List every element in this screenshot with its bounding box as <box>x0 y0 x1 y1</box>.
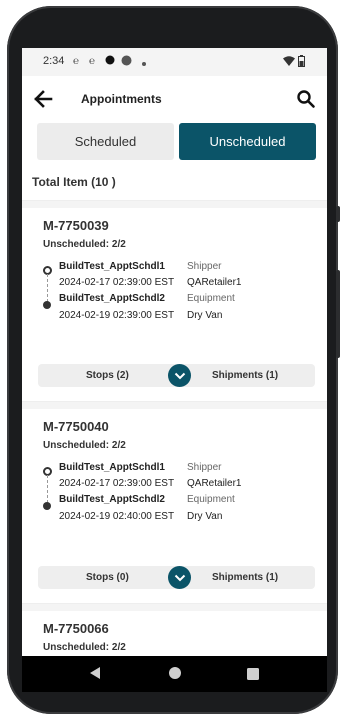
shipments-count-button[interactable]: Shipments (1) <box>212 370 278 381</box>
stop-date: 2024-02-19 02:39:00 EST <box>59 310 175 321</box>
chevron-down-icon[interactable] <box>168 566 191 589</box>
status-bar: 2:34 ℮ ℮ <box>22 48 327 76</box>
appointment-id: M-7750040 <box>43 419 109 434</box>
tab-unscheduled[interactable]: Unscheduled <box>179 123 316 160</box>
tab-scheduled[interactable]: Scheduled <box>37 123 174 160</box>
appointment-id: M-7750039 <box>43 218 109 233</box>
card-divider <box>22 603 327 611</box>
home-circle-icon[interactable] <box>168 666 182 685</box>
card-divider <box>22 401 327 409</box>
appointment-id: M-7750066 <box>43 621 109 636</box>
stop-name: BuildTest_ApptSchdl1 <box>59 462 165 473</box>
page-title: Appointments <box>81 92 162 106</box>
card-divider <box>22 200 327 208</box>
total-items: Total Item (10 ) <box>32 175 116 189</box>
small-dot-icon <box>142 58 146 69</box>
stop-name: BuildTest_ApptSchdl2 <box>59 494 165 505</box>
recents-square-icon[interactable] <box>247 667 259 685</box>
wifi-icon <box>283 56 295 69</box>
volume-button <box>336 206 340 222</box>
route-line <box>47 475 48 503</box>
stop-value: QARetailer1 <box>187 478 242 489</box>
stop-date: 2024-02-19 02:40:00 EST <box>59 511 175 522</box>
stop-value: QARetailer1 <box>187 277 242 288</box>
card-footer: Stops (0) Shipments (1) <box>38 566 315 589</box>
stop-value: Dry Van <box>187 310 223 321</box>
unscheduled-status: Unscheduled: 2/2 <box>43 440 126 451</box>
app-header: Appointments <box>22 76 327 124</box>
app-screen: 2:34 ℮ ℮ Appointments Scheduled Unschedu… <box>22 48 327 656</box>
back-triangle-icon[interactable] <box>89 666 101 685</box>
stop-value: Dry Van <box>187 511 223 522</box>
shipments-count-button[interactable]: Shipments (1) <box>212 572 278 583</box>
stop-label: Equipment <box>187 494 235 505</box>
destination-dot-icon <box>43 502 51 510</box>
appointment-card[interactable]: M-7750040 Unscheduled: 2/2 BuildTest_App… <box>22 401 327 601</box>
stop-label: Shipper <box>187 261 222 272</box>
stops-count-button[interactable]: Stops (2) <box>86 370 129 381</box>
unscheduled-status: Unscheduled: 2/2 <box>43 239 126 250</box>
stops-count-button[interactable]: Stops (0) <box>86 572 129 583</box>
system-nav-bar <box>22 656 327 692</box>
power-button <box>336 270 340 358</box>
chevron-down-icon[interactable] <box>168 364 191 387</box>
arrow-left-icon[interactable] <box>32 88 54 110</box>
sim-icon: ℮ <box>73 56 80 67</box>
status-time: 2:34 <box>43 55 65 67</box>
route-line <box>47 274 48 302</box>
sim-icon: ℮ <box>89 56 96 67</box>
unscheduled-status: Unscheduled: 2/2 <box>43 642 126 653</box>
card-footer: Stops (2) Shipments (1) <box>38 364 315 387</box>
stop-label: Equipment <box>187 293 235 304</box>
appointment-card[interactable]: M-7750066 Unscheduled: 2/2 <box>22 603 327 656</box>
stop-date: 2024-02-17 02:39:00 EST <box>59 277 175 288</box>
stop-name: BuildTest_ApptSchdl2 <box>59 293 165 304</box>
search-icon[interactable] <box>296 89 316 109</box>
circle-icon <box>121 55 132 69</box>
battery-icon <box>298 55 305 70</box>
stop-name: BuildTest_ApptSchdl1 <box>59 261 165 272</box>
destination-dot-icon <box>43 301 51 309</box>
appointment-card[interactable]: M-7750039 Unscheduled: 2/2 BuildTest_App… <box>22 200 327 400</box>
record-dot-icon <box>105 55 115 68</box>
stop-label: Shipper <box>187 462 222 473</box>
stop-date: 2024-02-17 02:39:00 EST <box>59 478 175 489</box>
